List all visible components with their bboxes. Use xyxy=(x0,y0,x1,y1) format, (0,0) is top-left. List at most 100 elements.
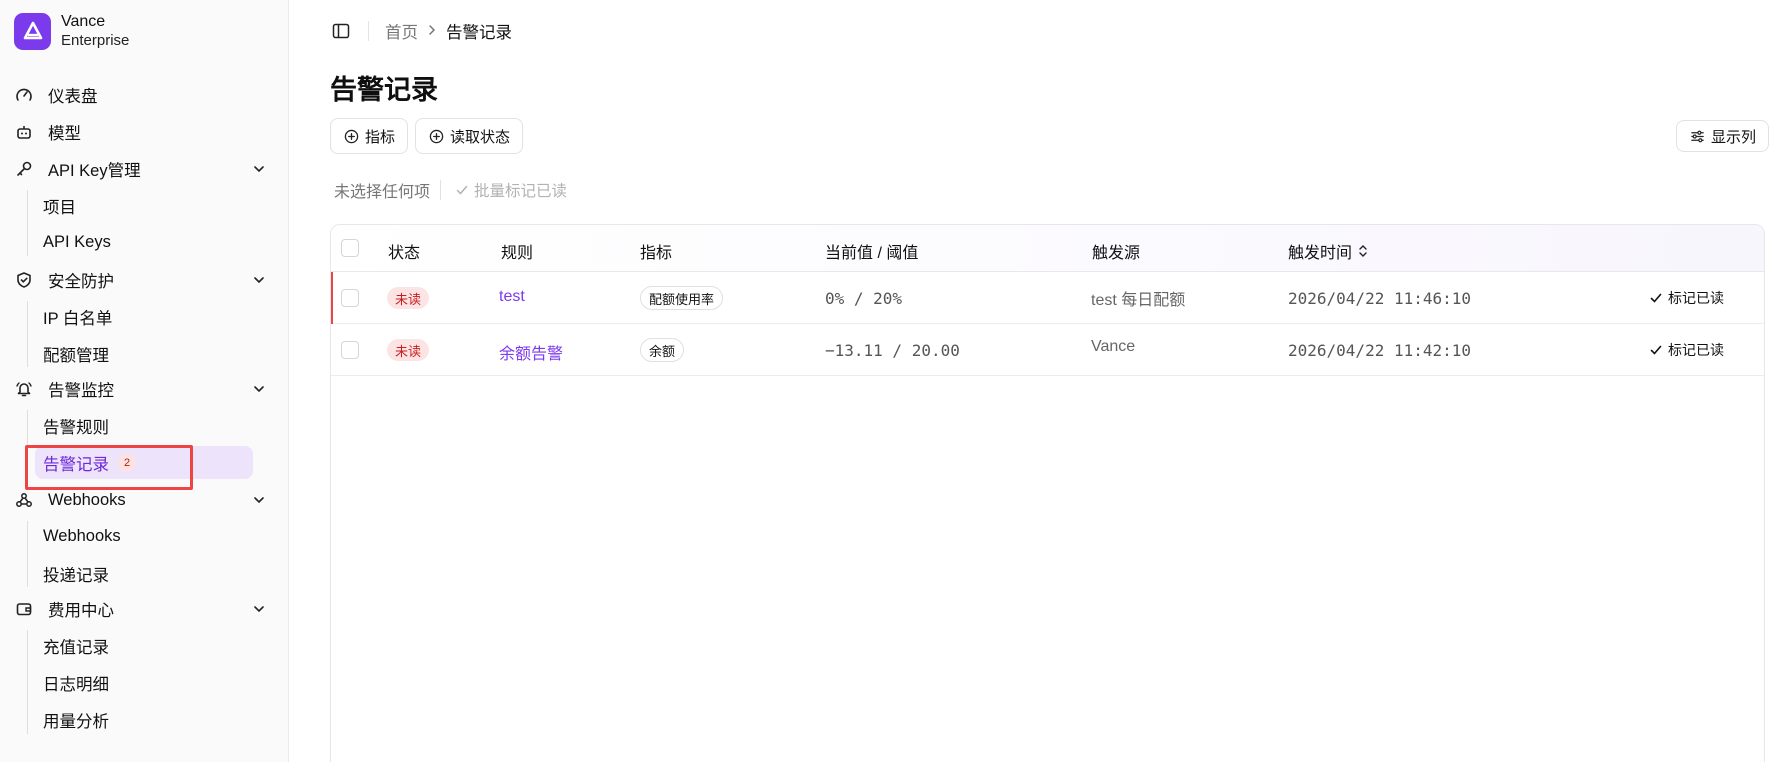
bulk-mark-read-label: 批量标记已读 xyxy=(474,183,568,200)
tree-line xyxy=(27,410,28,476)
sidebar-item-label: 告警规则 xyxy=(43,418,109,437)
nav-alert-group[interactable]: 告警监控 xyxy=(14,372,276,406)
sidebar-item-label: Webhooks xyxy=(43,527,121,545)
sidebar-item-label: 投递记录 xyxy=(43,566,109,585)
value-threshold: −13.11 / 20.00 xyxy=(825,341,960,360)
column-header-source: 触发源 xyxy=(1092,245,1141,262)
sidebar-item-usage[interactable]: 用量分析 xyxy=(35,703,253,736)
gauge-icon xyxy=(14,85,34,105)
nav-webhooks-group[interactable]: Webhooks xyxy=(14,483,276,517)
chevron-down-icon xyxy=(250,600,268,618)
sidebar-item-api-keys[interactable]: API Keys xyxy=(35,226,253,259)
sidebar-item-deliveries[interactable]: 投递记录 xyxy=(35,557,253,590)
sidebar-item-label: IP 白名单 xyxy=(43,309,113,328)
select-all-checkbox[interactable] xyxy=(341,239,359,257)
bell-ring-icon xyxy=(14,379,34,399)
columns-button[interactable]: 显示列 xyxy=(1676,120,1770,152)
nav-dashboard-label: 仪表盘 xyxy=(48,88,98,106)
trigger-source: test 每日配额 xyxy=(1091,292,1186,309)
page-title: 告警记录 xyxy=(330,75,438,105)
chevron-down-icon xyxy=(250,271,268,289)
sidebar-item-label: 配额管理 xyxy=(43,346,109,365)
sidebar-item-label: API Keys xyxy=(43,233,111,251)
nav-billing-group[interactable]: 费用中心 xyxy=(14,592,276,626)
nav-webhooks-group-label: Webhooks xyxy=(48,490,126,509)
mark-read-label: 标记已读 xyxy=(1668,342,1724,358)
nav-security-group-label: 安全防护 xyxy=(48,273,114,291)
selection-status: 未选择任何项 xyxy=(334,184,431,201)
nav-dashboard[interactable]: 仪表盘 xyxy=(14,78,276,112)
nav-security-group[interactable]: 安全防护 xyxy=(14,263,276,297)
sidebar-item-alert-records[interactable]: 告警记录 2 xyxy=(35,446,253,479)
sidebar-item-projects[interactable]: 项目 xyxy=(35,189,253,222)
plus-circle-icon xyxy=(428,128,444,144)
key-icon xyxy=(14,159,34,179)
breadcrumb-home[interactable]: 首页 xyxy=(385,19,418,43)
column-header-status: 状态 xyxy=(388,245,421,262)
nav-apikey-group-label: API Key管理 xyxy=(48,162,141,180)
sidebar-item-label: 告警记录 xyxy=(43,455,109,474)
sidebar-item-recharge[interactable]: 充值记录 xyxy=(35,629,253,662)
trigger-time: 2026/04/22 11:42:10 xyxy=(1288,341,1472,360)
mark-read-button[interactable]: 标记已读 xyxy=(1649,288,1724,308)
filter-metric-label: 指标 xyxy=(365,128,396,146)
sidebar: Vance Enterprise 仪表盘 模型 API Key管理 项目 API… xyxy=(0,0,289,762)
rule-link[interactable]: test xyxy=(499,288,525,306)
nav-apikey-group[interactable]: API Key管理 xyxy=(14,152,276,186)
filter-read-status-button[interactable]: 读取状态 xyxy=(415,118,524,154)
webhook-icon xyxy=(14,490,34,510)
brand[interactable]: Vance Enterprise xyxy=(14,12,129,50)
row-checkbox[interactable] xyxy=(341,341,359,359)
main-content: 首页 告警记录 告警记录 指标 读取状态 显示列 未选择任何项 批量标记已读 状… xyxy=(290,0,1784,762)
sidebar-item-alert-rules[interactable]: 告警规则 xyxy=(35,409,253,442)
bulk-mark-read-button[interactable]: 批量标记已读 xyxy=(455,179,567,201)
sidebar-toggle-icon[interactable] xyxy=(330,20,352,42)
column-header-time[interactable]: 触发时间 xyxy=(1288,239,1369,263)
sidebar-item-label: 充值记录 xyxy=(43,638,109,657)
topbar: 首页 告警记录 xyxy=(330,18,512,44)
row-checkbox[interactable] xyxy=(341,289,359,307)
check-icon xyxy=(456,185,468,195)
tree-line xyxy=(27,630,28,734)
brand-name: Vance xyxy=(61,13,106,30)
filter-metric-button[interactable]: 指标 xyxy=(330,118,409,154)
sidebar-item-label: 日志明细 xyxy=(43,675,109,694)
column-header-metric: 指标 xyxy=(640,245,673,262)
status-badge: 未读 xyxy=(387,287,430,309)
sidebar-item-logs[interactable]: 日志明细 xyxy=(35,666,253,699)
shield-check-icon xyxy=(14,270,34,290)
tree-line xyxy=(27,521,28,587)
nav-models[interactable]: 模型 xyxy=(14,115,276,149)
sidebar-item-webhooks[interactable]: Webhooks xyxy=(35,520,253,553)
sidebar-item-ip-whitelist[interactable]: IP 白名单 xyxy=(35,300,253,333)
rule-link[interactable]: 余额告警 xyxy=(499,340,563,364)
chevron-down-icon xyxy=(250,380,268,398)
sort-icon xyxy=(1359,245,1367,257)
check-icon xyxy=(1650,345,1662,355)
brand-subtitle: Enterprise xyxy=(61,32,130,49)
unread-count-badge: 2 xyxy=(118,453,136,472)
value-threshold: 0% / 20% xyxy=(825,289,903,308)
sidebar-item-quota[interactable]: 配额管理 xyxy=(35,337,253,370)
tree-line xyxy=(27,190,28,256)
alerts-table: 状态 规则 指标 当前值 / 阈值 触发源 触发时间 未读 test 配额使用率… xyxy=(330,224,1765,762)
nav-alert-group-label: 告警监控 xyxy=(48,382,114,400)
sidebar-item-label: 用量分析 xyxy=(43,712,109,731)
table-header: 状态 规则 指标 当前值 / 阈值 触发源 触发时间 xyxy=(331,225,1764,272)
metric-tag: 余额 xyxy=(640,338,685,362)
mark-read-button[interactable]: 标记已读 xyxy=(1649,340,1724,360)
sidebar-item-label: 项目 xyxy=(43,198,76,217)
status-badge: 未读 xyxy=(387,339,430,361)
bot-icon xyxy=(14,122,34,142)
metric-tag: 配额使用率 xyxy=(640,286,724,310)
brand-logo-icon xyxy=(14,12,51,50)
divider xyxy=(368,21,369,41)
column-header-rule: 规则 xyxy=(501,245,534,262)
table-row[interactable]: 未读 余额告警 余额 −13.11 / 20.00 Vance 2026/04/… xyxy=(331,324,1764,376)
plus-circle-icon xyxy=(343,128,359,144)
tree-line xyxy=(27,301,28,367)
nav-billing-group-label: 费用中心 xyxy=(48,602,114,620)
table-row[interactable]: 未读 test 配额使用率 0% / 20% test 每日配额 2026/04… xyxy=(331,272,1764,324)
chevron-down-icon xyxy=(250,160,268,178)
chevron-right-icon xyxy=(427,23,437,39)
